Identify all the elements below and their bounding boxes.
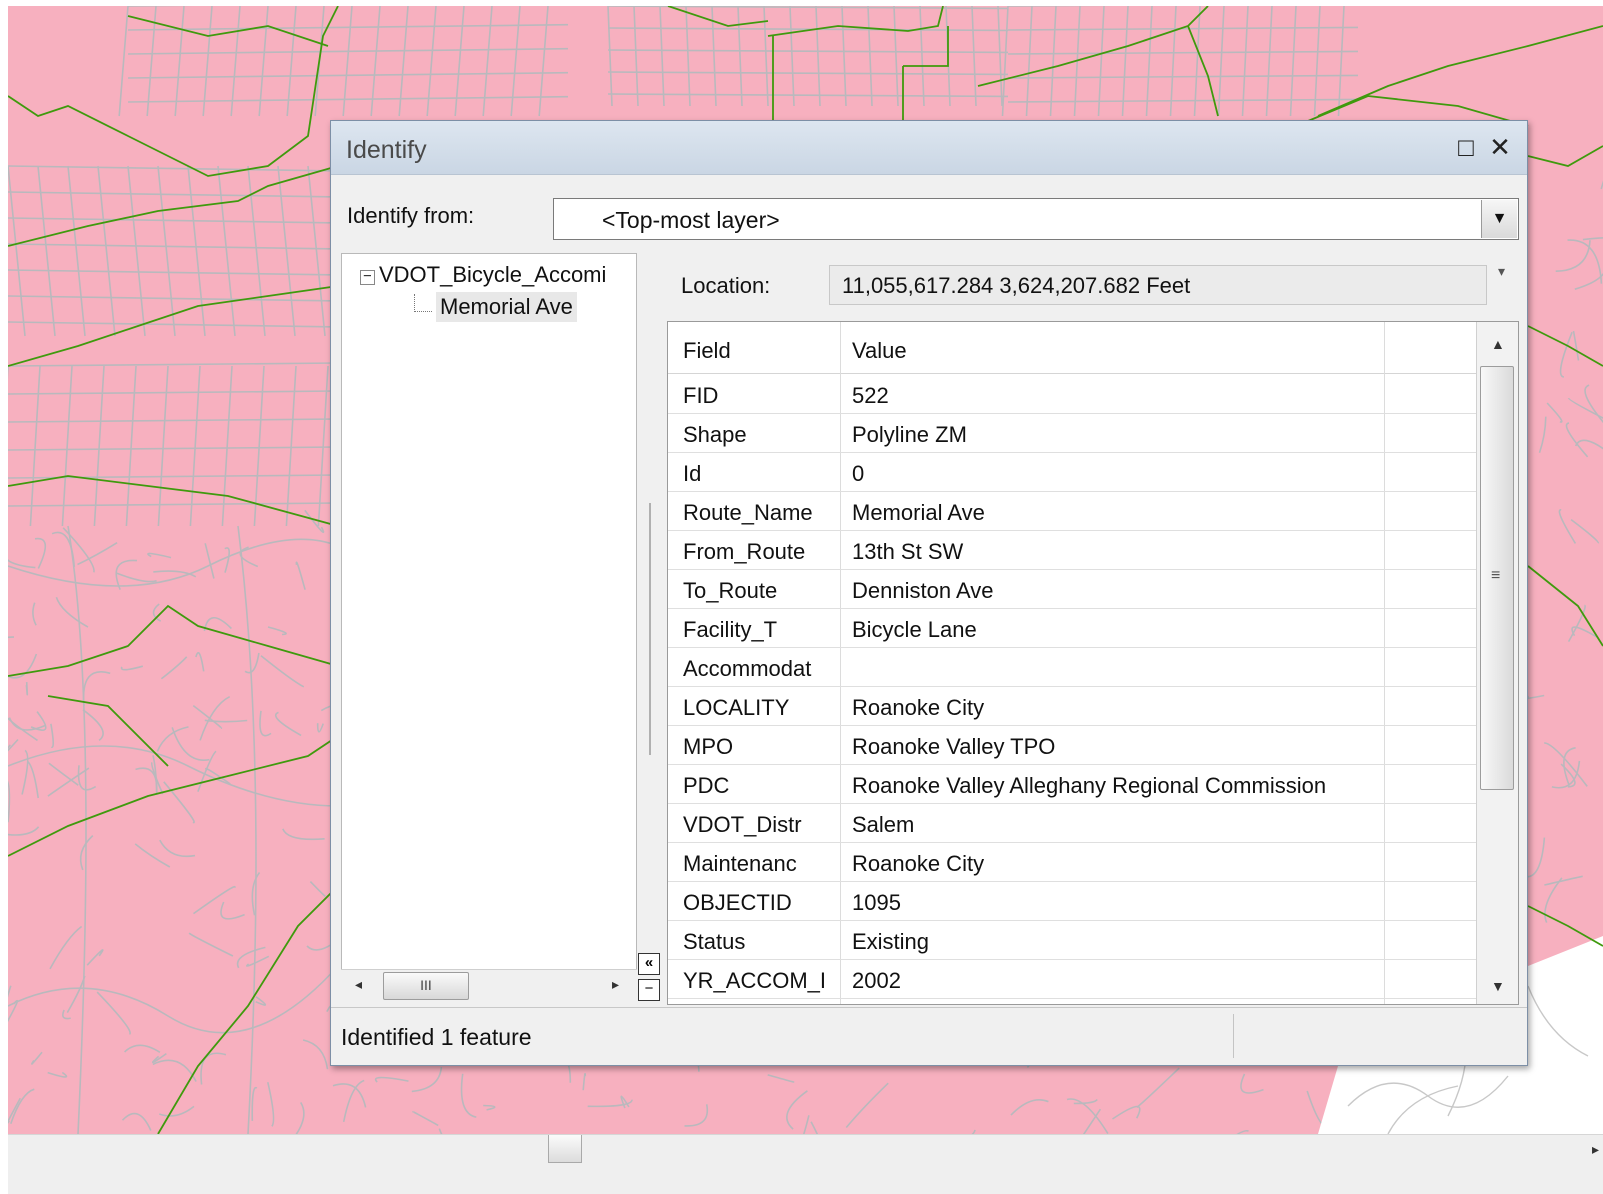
field-name-cell: PDC [683,773,730,798]
options-menu-icon[interactable]: ▾ [1498,263,1505,280]
table-row[interactable]: PDC Roanoke Valley Alleghany Regional Com… [668,765,1476,804]
scroll-down-arrow-icon[interactable]: ▼ [1491,978,1505,994]
collapse-tree-button[interactable]: « [638,953,660,975]
window-title: Identify [346,136,427,164]
identify-from-value: <Top-most layer> [602,207,780,233]
field-name-cell: MPO [683,734,734,759]
field-value-cell: Bicycle Lane [852,617,977,642]
field-value-cell: Existing [852,929,930,954]
table-row[interactable]: From_Route 13th St SW [668,531,1476,570]
maximize-button[interactable]: □ [1451,133,1481,161]
field-value-cell: Roanoke Valley TPO [852,734,1056,759]
field-name-cell: FID [683,383,719,408]
table-row[interactable]: MPO Roanoke Valley TPO [668,726,1476,765]
table-row[interactable]: Route_Name Memorial Ave [668,492,1476,531]
table-row[interactable]: Status Existing [668,921,1476,960]
identify-from-dropdown[interactable]: <Top-most layer> ▼ [553,198,1519,240]
close-button[interactable]: ✕ [1485,133,1515,161]
feature-tree[interactable]: − VDOT_Bicycle_Accomi Memorial Ave [341,253,637,999]
table-row[interactable]: FID 522 [668,375,1476,414]
table-row[interactable]: Shape Polyline ZM [668,414,1476,453]
field-name-cell: OBJECTID [683,890,792,915]
map-horizontal-scrollbar[interactable]: ▸ [8,1134,1603,1194]
field-value-cell: 2002 [852,968,901,993]
field-value-cell: Denniston Ave [852,578,994,603]
field-name-cell: Status [683,929,746,954]
grid-vertical-scrollbar[interactable]: ▲ ≡ ▼ [1476,322,1518,1004]
splitter-handle[interactable] [649,503,651,755]
dropdown-arrow-icon[interactable]: ▼ [1481,200,1517,238]
field-value-cell: 1095 [852,890,901,915]
tree-child-item[interactable]: Memorial Ave [436,292,577,322]
tree-root-label: VDOT_Bicycle_Accomi [379,262,607,287]
grid-header: Field Value [668,322,1476,374]
field-value-cell: 13th St SW [852,539,964,564]
table-row[interactable]: Facility_T Bicycle Lane [668,609,1476,648]
field-name-cell: Route_Name [683,500,813,525]
attribute-grid[interactable]: Field Value FID 522 Shape Polyline ZM Id 0 Rou… [667,321,1519,1005]
field-name-cell: Accommodat [683,656,812,681]
field-name-cell: VDOT_Distr [683,812,802,837]
field-value-cell: Salem [852,812,915,837]
table-row[interactable]: To_Route Denniston Ave [668,570,1476,609]
field-name-cell: Maintenanc [683,851,797,876]
field-value-cell: Roanoke City [852,851,985,876]
scroll-left-arrow-icon[interactable]: ◂ [355,976,362,993]
minimize-pane-button[interactable]: − [638,979,660,1001]
field-name-cell: Facility_T [683,617,778,642]
table-row[interactable]: Maintenanc Roanoke City [668,843,1476,882]
status-divider [1233,1014,1234,1058]
tree-scrollbar-thumb[interactable]: III [383,972,469,1000]
identify-from-label: Identify from: [347,203,475,228]
field-value-cell: Roanoke City [852,695,985,720]
location-value: 11,055,617.284 3,624,207.682 Feet [842,273,1191,298]
identify-window: Identify □ ✕ Identify from: <Top-most la… [330,120,1528,1066]
grip-icon: ≡ [1491,567,1501,584]
field-name-cell: LOCALITY [683,695,790,720]
table-row[interactable]: VDOT_Distr Salem [668,804,1476,843]
tree-connector [414,294,432,312]
column-header-value[interactable]: Value [852,338,907,364]
tree-horizontal-scrollbar[interactable]: ◂ III ▸ [341,969,637,1001]
field-value-cell: Memorial Ave [852,500,985,525]
field-value-cell: 522 [852,383,889,408]
table-row[interactable]: Id 0 [668,453,1476,492]
scroll-right-arrow-icon[interactable]: ▸ [612,976,619,993]
table-row[interactable]: OBJECTID 1095 [668,882,1476,921]
field-name-cell: Shape [683,422,747,447]
field-name-cell: To_Route [683,578,778,603]
field-value-cell: 0 [852,461,865,486]
field-name-cell: Id [683,461,702,486]
field-value-cell: Roanoke Valley Alleghany Regional Commis… [852,773,1327,798]
grid-scrollbar-thumb[interactable]: ≡ [1480,366,1514,790]
map-scrollbar-thumb[interactable] [548,1135,582,1163]
location-field[interactable]: 11,055,617.284 3,624,207.682 Feet [829,265,1487,305]
scroll-up-arrow-icon[interactable]: ▲ [1491,336,1505,352]
collapse-node-icon[interactable]: − [360,269,375,285]
table-row[interactable]: Accommodat [668,648,1476,687]
scroll-right-arrow-icon[interactable]: ▸ [1592,1141,1599,1158]
location-label: Location: [681,273,771,298]
table-row[interactable]: YR_ACCOM_I 2002 [668,960,1476,999]
status-bar: Identified 1 feature [331,1007,1527,1065]
table-row[interactable]: LOCALITY Roanoke City [668,687,1476,726]
field-name-cell: From_Route [683,539,806,564]
tree-root-item[interactable]: − VDOT_Bicycle_Accomi [360,262,606,288]
title-bar[interactable]: Identify □ ✕ [331,121,1527,175]
status-text: Identified 1 feature [341,1024,532,1050]
column-header-field[interactable]: Field [683,338,731,364]
field-value-cell: Polyline ZM [852,422,967,447]
field-name-cell: YR_ACCOM_I [683,968,827,993]
